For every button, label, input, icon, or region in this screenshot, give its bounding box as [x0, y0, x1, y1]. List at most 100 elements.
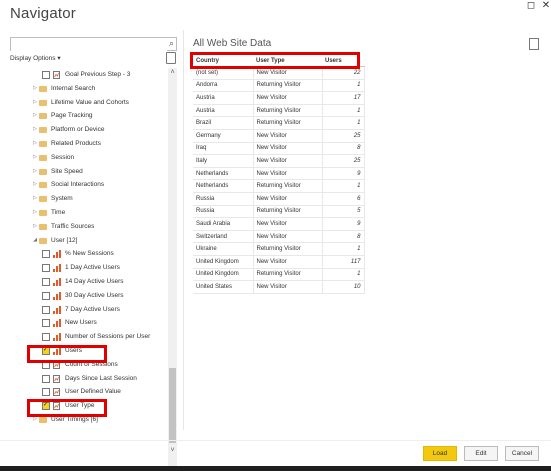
field-checkbox[interactable] — [42, 250, 50, 259]
table-row: Brazil Returning Visitor 1 — [193, 116, 365, 130]
field-checkbox[interactable] — [42, 388, 50, 397]
field-checkbox[interactable] — [42, 319, 50, 328]
close-button[interactable]: ✕ — [539, 0, 551, 12]
cancel-button[interactable]: Cancel — [505, 446, 539, 461]
cell-user-type: New Visitor — [253, 255, 323, 269]
measure-chart-icon — [53, 333, 61, 342]
cell-users: 25 — [322, 129, 365, 143]
scroll-thumb[interactable] — [169, 368, 176, 443]
table-row: Russia Returning Visitor 5 — [193, 205, 365, 219]
expand-caret-icon[interactable]: ▷ — [32, 137, 38, 151]
expand-caret-icon[interactable]: ▷ — [32, 96, 38, 110]
folder-icon — [39, 127, 47, 134]
field-checkbox[interactable] — [42, 374, 50, 383]
dimension-field-icon — [53, 374, 60, 383]
expand-caret-icon[interactable]: ▷ — [32, 178, 38, 192]
cell-users: 117 — [322, 255, 365, 269]
cell-users: 1 — [322, 79, 365, 93]
cell-user-type: New Visitor — [253, 217, 323, 231]
expand-caret-icon[interactable]: ▷ — [32, 109, 38, 123]
cell-user-type: Returning Visitor — [253, 242, 323, 256]
tree-item[interactable]: ▷ Platform or Device — [0, 123, 168, 137]
export-icon[interactable] — [529, 38, 539, 50]
tree-item[interactable]: 30 Day Active Users — [0, 289, 168, 303]
field-tree: Goal Previous Step - 3 ▷ Internal Search ▷ L… — [0, 68, 168, 434]
table-row: Russia New Visitor 6 — [193, 192, 365, 206]
edit-button[interactable]: Edit — [464, 446, 498, 461]
cell-users: 1 — [322, 179, 365, 193]
table-row: Netherlands New Visitor 9 — [193, 167, 365, 181]
tree-item[interactable]: ▷ Lifetime Value and Cohorts — [0, 96, 168, 110]
tree-item[interactable]: ◢ User [12] — [0, 234, 168, 248]
restore-button[interactable]: ◻ — [524, 0, 538, 12]
cell-country: Saudi Arabia — [193, 217, 254, 231]
folder-icon — [39, 223, 47, 230]
tree-item[interactable]: ▷ Traffic Sources — [0, 220, 168, 234]
cell-users: 1 — [322, 116, 365, 130]
dimension-field-icon — [53, 388, 60, 397]
cell-user-type: New Visitor — [253, 154, 323, 168]
field-checkbox[interactable] — [42, 278, 50, 286]
tree-item[interactable]: Number of Sessions per User — [0, 330, 168, 344]
scroll-down-icon[interactable]: ˅ — [168, 446, 177, 455]
search-icon[interactable]: ⌕ — [169, 38, 174, 49]
search-box[interactable]: ⌕ — [10, 37, 177, 56]
tree-item-label: Session — [51, 153, 75, 161]
tree-item-label: Site Speed — [51, 167, 83, 175]
expand-caret-icon[interactable]: ▷ — [32, 220, 38, 234]
tree-scrollbar[interactable]: ˄ ˅ — [168, 68, 177, 468]
expand-caret-icon[interactable]: ▷ — [32, 82, 38, 96]
field-checkbox[interactable] — [42, 71, 50, 79]
collapse-caret-icon[interactable]: ◢ — [32, 234, 38, 248]
cell-users: 17 — [322, 91, 365, 105]
cell-country: Germany — [193, 129, 254, 143]
cell-country: Italy — [193, 154, 254, 168]
tree-item[interactable]: ▷ Page Tracking — [0, 109, 168, 123]
tree-item[interactable]: User Defined Value — [0, 385, 168, 399]
new-file-icon[interactable] — [166, 52, 176, 64]
measure-chart-icon — [53, 250, 61, 259]
cell-country: Austria — [193, 91, 254, 105]
tree-item[interactable]: New Users — [0, 316, 168, 330]
tree-item[interactable]: 14 Day Active Users — [0, 275, 168, 289]
tree-item[interactable]: % New Sessions — [0, 247, 168, 261]
tree-item-label: Time — [51, 209, 66, 216]
tree-item[interactable]: ▷ Site Speed — [0, 165, 168, 179]
cell-user-type: New Visitor — [253, 230, 323, 244]
tree-item[interactable]: Days Since Last Session — [0, 372, 168, 386]
cell-country: Russia — [193, 205, 254, 219]
tree-item[interactable]: ▷ Related Products — [0, 137, 168, 151]
tree-item[interactable]: ▷ Time — [0, 206, 168, 220]
field-checkbox[interactable] — [42, 305, 50, 314]
expand-caret-icon[interactable]: ▷ — [32, 192, 38, 206]
tree-item[interactable]: Goal Previous Step - 3 — [0, 68, 168, 82]
tree-item[interactable]: ▷ Internal Search — [0, 82, 168, 96]
table-row: Ukraine Returning Visitor 1 — [193, 242, 365, 256]
expand-caret-icon[interactable]: ▷ — [32, 151, 38, 165]
field-checkbox[interactable] — [42, 291, 50, 300]
field-checkbox[interactable] — [42, 333, 50, 342]
taskbar-edge — [0, 466, 551, 471]
cell-country: United Kingdom — [193, 255, 254, 269]
expand-caret-icon[interactable]: ▷ — [32, 123, 38, 137]
cell-user-type: Returning Visitor — [253, 268, 323, 282]
folder-icon — [39, 182, 47, 189]
scroll-up-icon[interactable]: ˄ — [168, 68, 177, 77]
expand-caret-icon[interactable]: ▷ — [32, 165, 38, 179]
pane-divider — [183, 30, 184, 430]
tree-item[interactable]: ▷ System — [0, 192, 168, 206]
cell-country: Netherlands — [193, 179, 254, 193]
window-title: Navigator — [10, 5, 76, 22]
expand-caret-icon[interactable]: ▷ — [32, 206, 38, 220]
tree-item[interactable]: 1 Day Active Users — [0, 261, 168, 275]
tree-item-label: User Defined Value — [65, 388, 121, 396]
load-button[interactable]: Load — [423, 446, 457, 461]
tree-item[interactable]: 7 Day Active Users — [0, 303, 168, 317]
cell-users: 25 — [322, 154, 365, 168]
field-checkbox[interactable] — [42, 264, 50, 273]
tree-item[interactable]: ▷ Session — [0, 151, 168, 165]
display-options-dropdown[interactable]: Display Options ▾ — [10, 54, 61, 62]
measure-chart-icon — [53, 305, 61, 314]
table-row: Austria Returning Visitor 1 — [193, 104, 365, 118]
tree-item[interactable]: ▷ Social Interactions — [0, 178, 168, 192]
